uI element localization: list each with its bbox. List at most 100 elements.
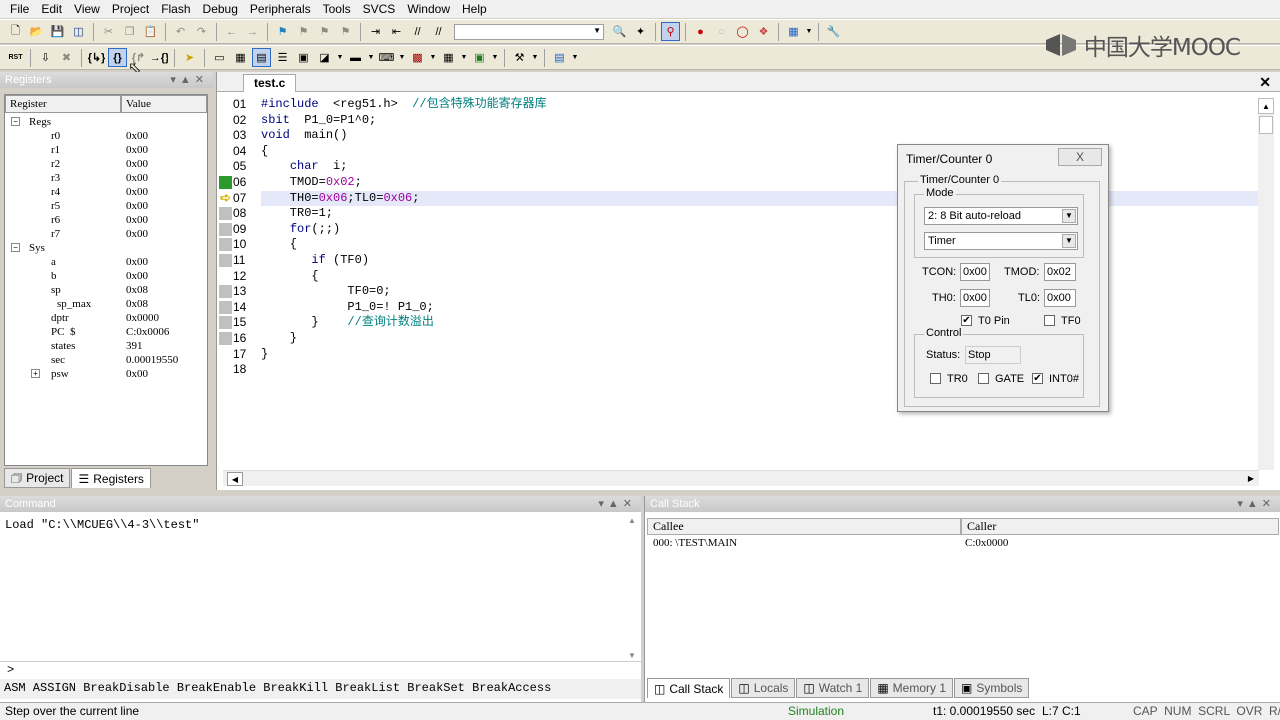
find-combo[interactable]: ▼ bbox=[454, 23, 604, 40]
bookmark-icon[interactable]: ⚑ bbox=[273, 22, 292, 41]
unindent-icon[interactable]: ⇤ bbox=[387, 22, 406, 41]
tf0-checkbox[interactable] bbox=[1044, 315, 1055, 326]
register-name[interactable]: r1 bbox=[51, 143, 60, 157]
vertical-scrollbar[interactable]: ▲ ▼ bbox=[625, 516, 639, 660]
trace-window-icon[interactable]: ▦ bbox=[439, 48, 458, 67]
registers-window-icon[interactable]: ☰ bbox=[273, 48, 292, 67]
open-file-icon[interactable]: 📂 bbox=[27, 22, 46, 41]
menu-flash[interactable]: Flash bbox=[155, 1, 196, 17]
comment-icon[interactable]: // bbox=[408, 22, 427, 41]
symbols-window-icon[interactable]: ▤ bbox=[252, 48, 271, 67]
register-value[interactable]: 0x00 bbox=[126, 367, 148, 381]
column-register[interactable]: Register bbox=[5, 95, 121, 113]
run-icon[interactable]: ⇩ bbox=[36, 48, 55, 67]
menu-window[interactable]: Window bbox=[401, 1, 456, 17]
reset-cpu-icon[interactable]: RST bbox=[6, 48, 25, 67]
register-value[interactable]: 0x00 bbox=[126, 199, 148, 213]
window-layout-icon[interactable]: ▦ bbox=[784, 22, 803, 41]
caller-cell[interactable]: C:0x0000 bbox=[965, 537, 1008, 549]
stop-icon[interactable]: ✖ bbox=[57, 48, 76, 67]
tab-project[interactable]: 🗇 Project bbox=[4, 468, 71, 488]
run-to-cursor-icon[interactable]: →{} bbox=[150, 48, 169, 67]
breakpoint-disable-icon[interactable]: ○ bbox=[712, 22, 731, 41]
scroll-down-icon[interactable]: ▼ bbox=[625, 651, 639, 660]
register-value[interactable]: 0x00 bbox=[126, 157, 148, 171]
show-next-statement-icon[interactable]: ➤ bbox=[180, 48, 199, 67]
mode-select[interactable]: 2: 8 Bit auto-reload ▼ bbox=[924, 207, 1078, 225]
tcon-field[interactable]: 0x00 bbox=[960, 263, 990, 281]
debug-restore-views-icon[interactable]: ▤ bbox=[550, 48, 569, 67]
expand-toggle-icon[interactable]: + bbox=[31, 369, 40, 378]
menu-help[interactable]: Help bbox=[456, 1, 493, 17]
command-window-icon[interactable]: ▭ bbox=[210, 48, 229, 67]
register-name[interactable]: r5 bbox=[51, 199, 60, 213]
register-value[interactable]: 0.00019550 bbox=[126, 353, 178, 367]
chevron-down-icon[interactable]: ▼ bbox=[571, 54, 579, 61]
nav-forward-icon[interactable]: → bbox=[243, 22, 262, 41]
analysis-window-icon[interactable]: ▩ bbox=[408, 48, 427, 67]
configure-icon[interactable]: 🔧 bbox=[824, 22, 843, 41]
register-value[interactable]: 0x00 bbox=[126, 171, 148, 185]
incremental-find-icon[interactable]: ✦ bbox=[631, 22, 650, 41]
chevron-down-icon[interactable]: ▼ bbox=[805, 28, 813, 35]
undo-icon[interactable]: ↶ bbox=[171, 22, 190, 41]
bookmark-prev-icon[interactable]: ⚑ bbox=[294, 22, 313, 41]
code-line[interactable]: { bbox=[261, 144, 268, 159]
register-name[interactable]: sp_max bbox=[57, 297, 91, 311]
menu-debug[interactable]: Debug bbox=[197, 1, 244, 17]
scroll-up-icon[interactable]: ▲ bbox=[1258, 98, 1274, 114]
register-value[interactable]: 0x00 bbox=[126, 143, 148, 157]
tab-symbols[interactable]: ▣ Symbols bbox=[954, 678, 1030, 698]
register-value[interactable]: 0x0000 bbox=[126, 311, 159, 325]
scroll-thumb[interactable] bbox=[1259, 116, 1273, 134]
copy-icon[interactable]: ❐ bbox=[120, 22, 139, 41]
breakpoint-disable-all-icon[interactable]: ❖ bbox=[754, 22, 773, 41]
bookmark-clear-icon[interactable]: ⚑ bbox=[336, 22, 355, 41]
register-name[interactable]: b bbox=[51, 269, 57, 283]
tab-locals[interactable]: ◫ Locals bbox=[731, 678, 796, 698]
code-line[interactable]: { bbox=[261, 269, 318, 284]
code-line[interactable]: P1_0=! P1_0; bbox=[261, 300, 433, 315]
breakpoint-kill-icon[interactable]: ◯ bbox=[733, 22, 752, 41]
system-viewer-icon[interactable]: ▣ bbox=[470, 48, 489, 67]
register-name[interactable]: r2 bbox=[51, 157, 60, 171]
chevron-down-icon[interactable]: ▼ bbox=[491, 54, 499, 61]
save-all-icon[interactable]: ◫ bbox=[69, 22, 88, 41]
disassembly-window-icon[interactable]: ▦ bbox=[231, 48, 250, 67]
tab-registers[interactable]: ☰ Registers bbox=[71, 468, 151, 488]
register-group-label[interactable]: Sys bbox=[29, 241, 45, 255]
code-line[interactable]: TF0=0; bbox=[261, 284, 390, 299]
register-value[interactable]: 0x08 bbox=[126, 297, 148, 311]
memory-window-icon[interactable]: ▬ bbox=[346, 48, 365, 67]
register-name[interactable]: sec bbox=[51, 353, 65, 367]
code-line[interactable]: #include <reg51.h> //包含特殊功能寄存器库 bbox=[261, 97, 547, 112]
code-line[interactable]: } //查询计数溢出 bbox=[261, 315, 433, 330]
menu-project[interactable]: Project bbox=[106, 1, 155, 17]
serial-window-icon[interactable]: ⌨ bbox=[377, 48, 396, 67]
save-icon[interactable]: 💾 bbox=[48, 22, 67, 41]
dialog-close-button[interactable]: X bbox=[1058, 148, 1102, 166]
tab-watch-1[interactable]: ◫ Watch 1 bbox=[796, 678, 870, 698]
register-value[interactable]: 0x00 bbox=[126, 129, 148, 143]
timer-type-select[interactable]: Timer ▼ bbox=[924, 232, 1078, 250]
column-value[interactable]: Value bbox=[121, 95, 207, 113]
tab-call-stack[interactable]: ◫ Call Stack bbox=[647, 678, 731, 698]
register-value[interactable]: 0x00 bbox=[126, 185, 148, 199]
chevron-down-icon[interactable]: ▼ bbox=[367, 54, 375, 61]
new-file-icon[interactable]: 🗋 bbox=[6, 22, 25, 41]
register-name[interactable]: r7 bbox=[51, 227, 60, 241]
callee-cell[interactable]: 000: \TEST\MAIN bbox=[653, 537, 737, 549]
chevron-down-icon[interactable]: ▼ bbox=[429, 54, 437, 61]
code-line[interactable]: TMOD=0x02; bbox=[261, 175, 362, 190]
menu-file[interactable]: File bbox=[4, 1, 35, 17]
register-group-label[interactable]: Regs bbox=[29, 115, 51, 129]
watch-window-icon[interactable]: ◪ bbox=[315, 48, 334, 67]
register-value[interactable]: 0x00 bbox=[126, 213, 148, 227]
menu-edit[interactable]: Edit bbox=[35, 1, 68, 17]
code-line[interactable]: for(;;) bbox=[261, 222, 340, 237]
redo-icon[interactable]: ↷ bbox=[192, 22, 211, 41]
collapse-toggle-icon[interactable]: − bbox=[11, 117, 20, 126]
code-line[interactable]: TH0=0x06;TL0=0x06; bbox=[261, 191, 420, 206]
panel-controls[interactable]: ▾▲✕ bbox=[170, 72, 213, 88]
horizontal-scrollbar[interactable]: ◀ ▶ bbox=[223, 470, 1259, 486]
